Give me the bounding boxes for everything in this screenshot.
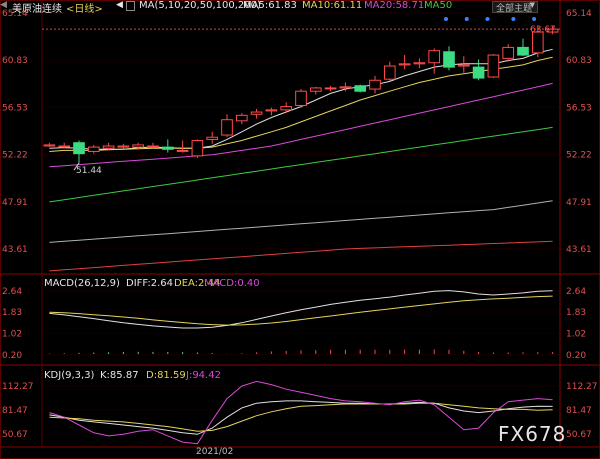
symbol-name: 美原油连续 (12, 4, 62, 15)
event-dot-icon (444, 17, 449, 21)
y-tick-label-right: 2.64 (566, 287, 586, 297)
candle-body (324, 87, 337, 90)
indicator-icon[interactable] (126, 1, 135, 11)
candle-body (43, 144, 56, 147)
candle-body (369, 79, 381, 90)
y-tick-label-left: 1.02 (2, 329, 22, 339)
y-tick-label-right: 65.14 (566, 9, 592, 19)
y-tick-label-left: 60.83 (2, 56, 28, 66)
y-tick-label-left: 56.53 (2, 103, 28, 113)
candle-body (191, 140, 204, 157)
macd-line-diff (49, 290, 553, 329)
candle-body (487, 54, 500, 78)
candle-body (221, 119, 233, 136)
event-dot-icon (464, 17, 469, 21)
theme-dropdown-label: 全部主题 (496, 4, 533, 14)
y-tick-label-right: 1.02 (566, 329, 586, 339)
candle-body (235, 114, 248, 122)
candle-body (176, 149, 189, 152)
chevron-down-icon: ▼ (529, 1, 535, 9)
macd-diff-value: DIFF:2.64 (126, 278, 174, 289)
candle-body (398, 63, 411, 66)
macd-bar-value: MACD:0.40 (204, 278, 260, 289)
y-tick-label-right: 47.91 (566, 198, 592, 208)
y-tick-label-left: 43.61 (2, 245, 28, 255)
candle-body (502, 46, 515, 59)
candle-body (531, 31, 544, 54)
ma-line-ma200 (49, 240, 553, 272)
y-tick-label-left: 47.91 (2, 198, 28, 208)
candle-body (413, 62, 426, 65)
candle-body (295, 90, 307, 106)
candle-body (58, 145, 71, 148)
x-tick-label: 2021/02 (196, 447, 234, 457)
candle-body (73, 142, 85, 155)
y-tick-label-right: 60.83 (566, 56, 592, 66)
kdj-label: KDJ(9,3,3) (44, 370, 95, 381)
y-tick-label-right: 56.53 (566, 103, 592, 113)
y-tick-label-right: 52.22 (566, 151, 592, 161)
candle-body (132, 144, 145, 148)
theme-dropdown[interactable]: 全部主题 ▼ (492, 1, 538, 14)
y-tick-label-right: 43.61 (566, 245, 592, 255)
kdj-d-value: D:81.59 (146, 370, 186, 381)
y-tick-label-right: 50.67 (566, 430, 592, 440)
macd-label: MACD(26,12,9) (44, 278, 120, 289)
y-tick-label-left: 0.20 (2, 351, 22, 361)
candle-body (309, 87, 322, 92)
y-tick-label-left: 1.83 (2, 308, 22, 318)
watermark-logo: FX678 (498, 422, 567, 446)
scroll-left-icon[interactable]: ◀ (0, 0, 8, 10)
candle-body (117, 145, 130, 148)
outer-frame (0, 0, 600, 459)
y-tick-label-right: 81.47 (566, 406, 592, 416)
chart-canvas: 65.14 65.1460.83 60.8356.53 56.5352.22 52.22… (0, 0, 600, 459)
period-label[interactable]: <日线> (66, 0, 103, 15)
y-tick-label-left: 50.67 (2, 430, 28, 440)
candle-body (443, 51, 455, 68)
high-price-annotation: 63.67 (530, 25, 556, 35)
y-tick-label-left: 112.27 (2, 382, 34, 392)
ma10-value: MA10:61.11 (302, 0, 363, 11)
candle-body (102, 145, 115, 149)
y-tick-label-left: 2.64 (2, 287, 22, 297)
y-tick-label-right: 1.83 (566, 308, 586, 318)
kdj-line-d (49, 402, 553, 432)
ma20-value: MA20:58.71 (364, 0, 425, 11)
y-tick-label-left: 52.22 (2, 151, 28, 161)
ma5-value: MA5:61.83 (243, 0, 297, 11)
prev-arrow-icon[interactable]: ◀ (116, 0, 123, 10)
y-tick-label-left: 81.47 (2, 406, 28, 416)
candle-body (339, 86, 352, 89)
candle-body (472, 66, 485, 79)
candle-body (265, 109, 278, 112)
candle-body (206, 136, 219, 140)
y-tick-label-right: 112.27 (566, 382, 598, 392)
candle-body (250, 111, 263, 115)
candle-body (517, 46, 529, 56)
candle-body (87, 146, 100, 152)
candle-body (354, 85, 367, 92)
candle-body (428, 50, 441, 64)
candle-body (147, 145, 159, 148)
y-tick-label-right: 0.20 (566, 351, 586, 361)
kdj-j-value: J:94.42 (186, 370, 221, 381)
event-dot-icon (532, 17, 537, 21)
macd-line-dea (49, 295, 553, 326)
candle-body (457, 64, 470, 67)
kdj-k-value: K:85.87 (100, 370, 139, 381)
event-dot-icon (511, 17, 516, 21)
ma-line-ma100 (49, 200, 553, 243)
candle-body (383, 65, 396, 80)
ma-line-ma50 (49, 126, 553, 203)
low-price-annotation: 51.44 (76, 166, 102, 176)
candle-body (161, 146, 174, 150)
candle-body (280, 106, 293, 111)
ma50-value: MA50 (424, 0, 453, 11)
event-dot-icon (485, 17, 490, 21)
